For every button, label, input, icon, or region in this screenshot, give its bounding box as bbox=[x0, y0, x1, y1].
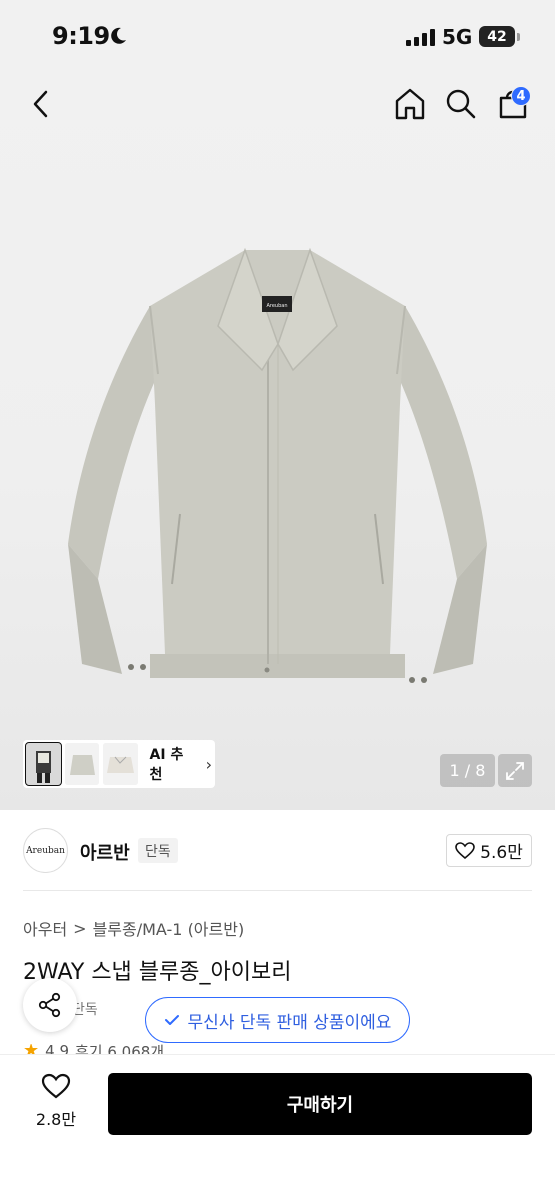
brand-like-button[interactable]: 5.6만 bbox=[446, 834, 532, 867]
home-icon[interactable] bbox=[394, 87, 426, 121]
expand-button[interactable] bbox=[498, 754, 532, 787]
bottom-bar: 2.8만 구매하기 bbox=[0, 1054, 555, 1200]
network-label: 5G bbox=[442, 25, 473, 49]
brand-like-count: 5.6만 bbox=[480, 843, 523, 863]
expand-icon bbox=[506, 761, 524, 780]
check-icon bbox=[164, 1015, 179, 1025]
status-bar: 9:19 5G 42 bbox=[0, 0, 555, 74]
search-icon[interactable] bbox=[445, 88, 477, 120]
exclusive-tag: 단독 bbox=[138, 838, 178, 863]
moon-icon bbox=[111, 27, 126, 44]
buy-button[interactable]: 구매하기 bbox=[108, 1073, 532, 1135]
divider bbox=[23, 890, 532, 891]
breadcrumb: 아우터 > 블루종/MA-1 (아르반) bbox=[23, 916, 244, 940]
thumbnail-2[interactable] bbox=[64, 743, 100, 785]
thumbnail-3[interactable] bbox=[103, 743, 138, 785]
breadcrumb-separator: > bbox=[73, 918, 87, 938]
page-indicator: 1 / 8 bbox=[440, 754, 495, 787]
heart-icon bbox=[455, 841, 475, 859]
exclusive-notice: 무신사 단독 판매 상품이에요 bbox=[145, 997, 410, 1043]
breadcrumb-subcategory[interactable]: 블루종/MA-1 (아르반) bbox=[93, 916, 245, 940]
chevron-right-icon: › bbox=[205, 754, 212, 774]
heart-icon bbox=[41, 1073, 71, 1099]
cart-count-badge: 4 bbox=[511, 86, 531, 106]
back-icon[interactable] bbox=[28, 88, 54, 120]
status-time: 9:19 bbox=[52, 22, 110, 50]
wishlist-button[interactable]: 2.8만 bbox=[24, 1073, 88, 1130]
brand-logo[interactable]: Areuban bbox=[23, 828, 68, 873]
brand-name[interactable]: 아르반 bbox=[80, 839, 130, 865]
svg-text:Areuban: Areuban bbox=[266, 303, 287, 309]
ai-recommend-label: AI 추천 bbox=[149, 747, 184, 783]
share-button[interactable] bbox=[23, 978, 77, 1032]
exclusive-notice-text: 무신사 단독 판매 상품이에요 bbox=[187, 1012, 392, 1033]
battery-cap bbox=[517, 33, 520, 41]
ai-recommend-strip[interactable]: AI 추천 › bbox=[23, 740, 215, 788]
battery-icon: 42 bbox=[479, 26, 515, 47]
wishlist-count: 2.8만 bbox=[35, 1110, 77, 1129]
share-icon bbox=[38, 992, 61, 1018]
thumbnail-1[interactable] bbox=[25, 742, 62, 786]
jacket-image: Areuban bbox=[68, 247, 487, 683]
breadcrumb-category[interactable]: 아우터 bbox=[23, 916, 67, 940]
signal-icon bbox=[406, 28, 435, 46]
